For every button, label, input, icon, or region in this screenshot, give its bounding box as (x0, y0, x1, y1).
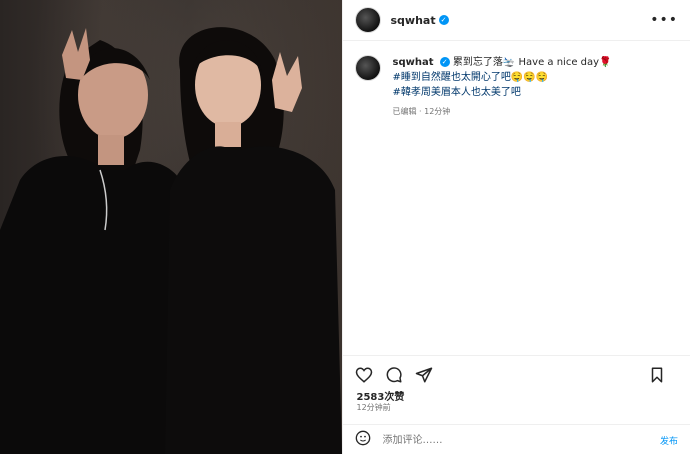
caption-username[interactable]: sqwhat (393, 57, 434, 68)
caption: sqwhat ✓ 累到忘了落🛬 Have a nice day🌹 #睡到自然醒也… (343, 41, 690, 119)
post-time: 12分钟前 (357, 402, 391, 413)
comment-input[interactable] (381, 434, 660, 447)
verified-badge-icon: ✓ (439, 15, 449, 25)
hashtag-2[interactable]: #韓孝周美眉本人也太美了吧 (393, 85, 612, 100)
comment-bar: 发布 (343, 424, 690, 455)
verified-badge-icon: ✓ (440, 57, 450, 67)
caption-avatar[interactable] (355, 55, 381, 81)
post-modal: sqwhat ✓ ••• sqwhat ✓ 累到忘了落🛬 Have a nice… (0, 0, 690, 454)
comment-icon[interactable] (385, 366, 403, 384)
photo-subjects (0, 0, 342, 454)
emoji-icon[interactable] (355, 430, 371, 450)
bookmark-icon[interactable] (648, 366, 666, 384)
post-header: sqwhat ✓ ••• (343, 0, 690, 41)
like-count[interactable]: 2583次赞 (357, 388, 405, 403)
action-bar (343, 355, 690, 388)
more-icon[interactable]: ••• (650, 12, 678, 28)
post-comment-button[interactable]: 发布 (660, 434, 678, 447)
caption-text: 累到忘了落🛬 Have a nice day🌹 (453, 57, 612, 68)
post-details-panel: sqwhat ✓ ••• sqwhat ✓ 累到忘了落🛬 Have a nice… (342, 0, 690, 454)
share-icon[interactable] (415, 366, 433, 384)
header-username[interactable]: sqwhat (391, 14, 436, 27)
heart-icon[interactable] (355, 366, 373, 384)
avatar[interactable] (355, 7, 381, 33)
post-photo[interactable] (0, 0, 342, 454)
hashtag-1[interactable]: #睡到自然醒也太開心了吧🤤🤤🤤 (393, 70, 612, 85)
edited-time: 已编辑 · 12分钟 (393, 104, 612, 119)
